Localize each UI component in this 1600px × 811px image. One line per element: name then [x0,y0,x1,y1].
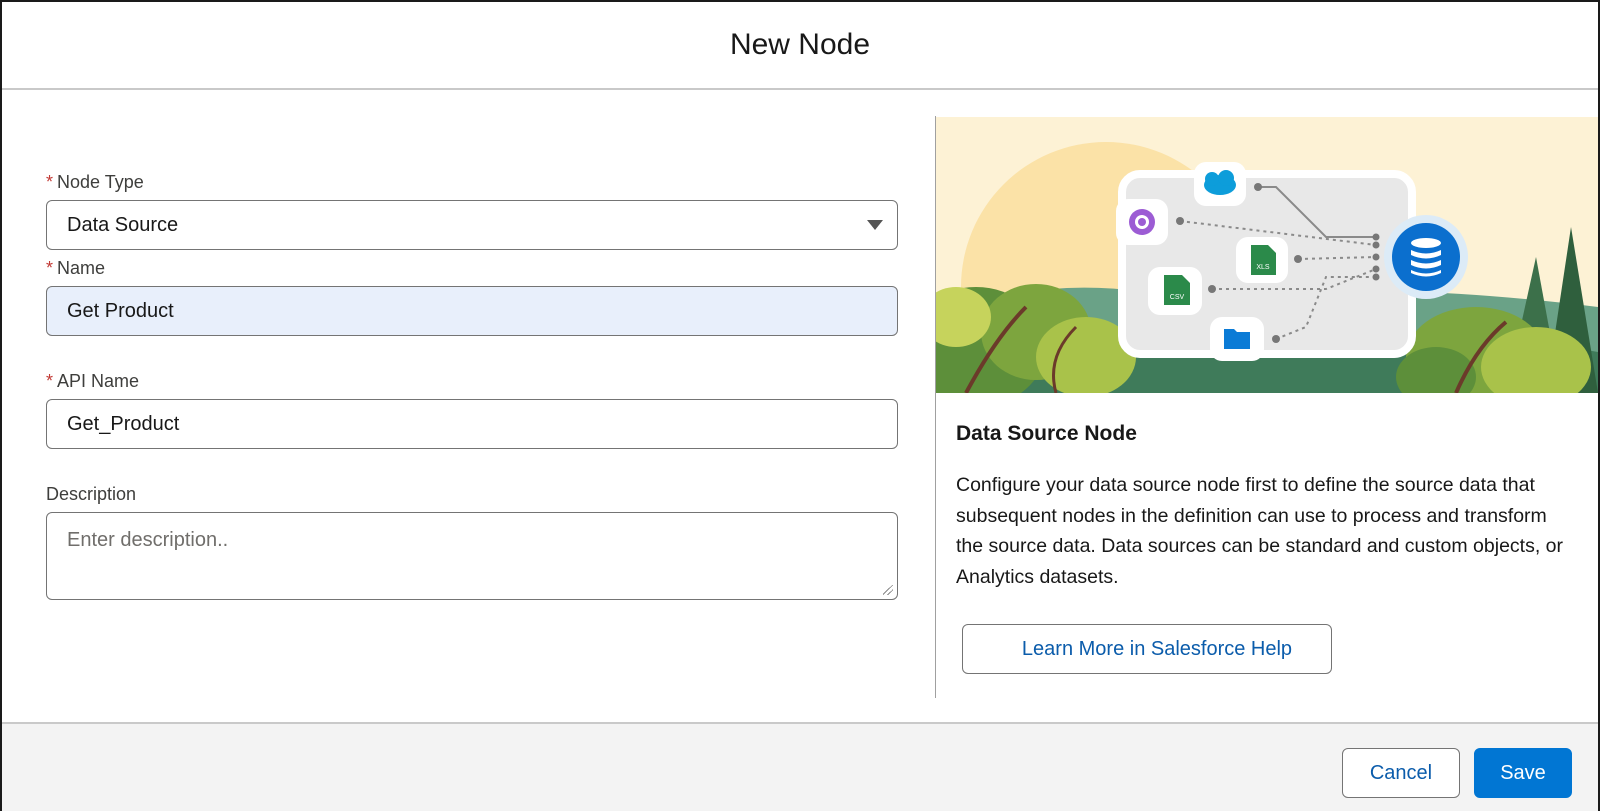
modal-header: New Node [2,2,1598,90]
csv-label: CSV [1170,294,1185,301]
xls-label: XLS [1256,264,1270,271]
modal-footer: Cancel Save [2,722,1598,811]
new-node-modal: New Node * Node Type Data Source * Name Ge… [0,0,1600,811]
panel-description: Configure your data source node first to… [956,474,1564,588]
api-name-label: * API Name [46,371,139,392]
name-label: * Name [46,258,105,279]
xls-file-icon: XLS [1236,237,1288,283]
folder-icon [1210,317,1264,361]
node-type-value: Data Source [67,213,179,236]
name-input[interactable]: Get Product [46,286,898,336]
resize-handle-icon[interactable] [883,585,893,595]
api-name-label-text: API Name [57,371,140,391]
api-name-value: Get_Product [67,412,180,435]
required-marker: * [46,371,54,391]
salesforce-cloud-icon [1194,162,1246,206]
csv-file-icon: CSV [1148,267,1202,315]
name-label-text: Name [57,258,106,278]
modal-title: New Node [729,28,871,61]
description-placeholder: Enter description.. [67,529,229,551]
save-button[interactable]: Save [1474,748,1572,798]
data-source-illustration: XLS CSV [936,117,1598,393]
api-name-input[interactable]: Get_Product [46,399,898,449]
required-marker: * [46,258,54,278]
node-type-label: * Node Type [46,172,144,193]
panel-title: Data Source Node [956,422,1137,445]
database-icon [1384,215,1468,299]
dropdown-arrow-icon [867,220,883,230]
node-type-label-text: Node Type [57,172,144,192]
required-marker: * [46,172,54,192]
description-label: Description [46,484,137,504]
cancel-button[interactable]: Cancel [1342,748,1460,798]
name-value: Get Product [67,299,174,322]
modal-body: * Node Type Data Source * Name Get Product… [2,90,1598,724]
community-icon [1116,199,1168,245]
description-textarea[interactable]: Enter description.. [46,512,898,600]
illustration-svg: XLS CSV [936,117,1598,393]
node-type-select[interactable]: Data Source [46,200,898,250]
learn-more-help-button[interactable]: Learn More in Salesforce Help [962,624,1332,674]
